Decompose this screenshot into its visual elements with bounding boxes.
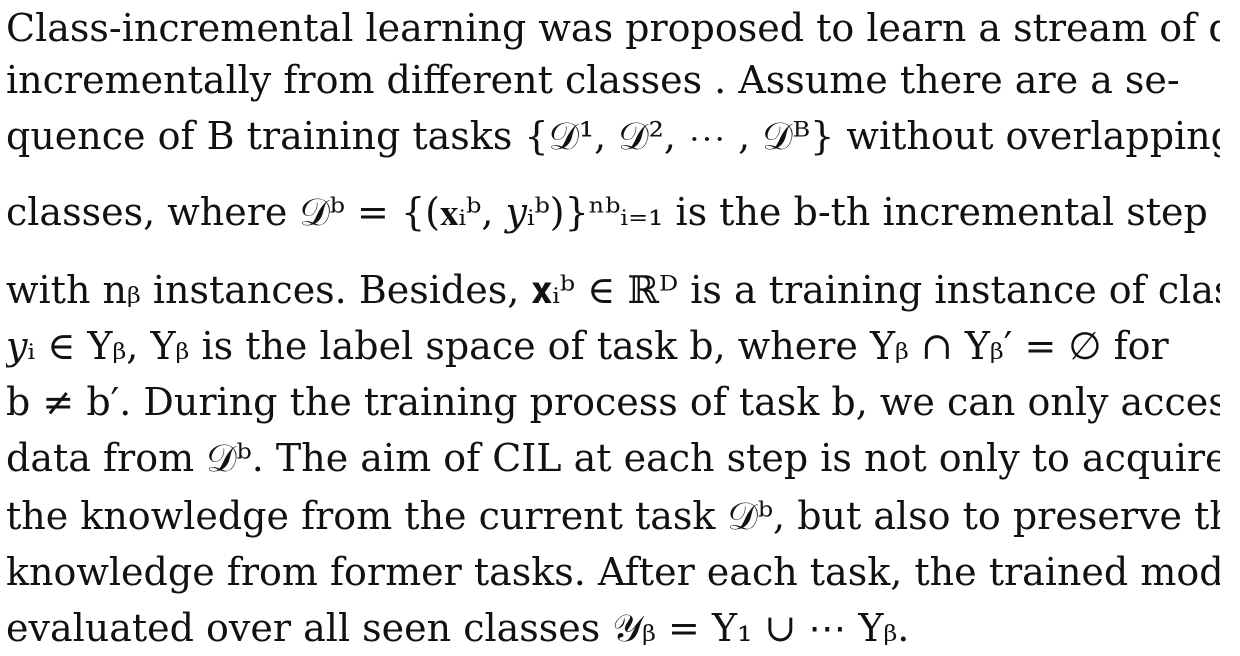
- paragraph-line-3: quence of B training tasks {𝒟¹, 𝒟², ⋯ , …: [6, 114, 1220, 158]
- paragraph-line-1: Class-incremental learning was proposed …: [6, 6, 1220, 50]
- paragraph-line-11: evaluated over all seen classes 𝒴ᵦ = Y₁ …: [6, 606, 910, 650]
- paper-page: Class-incremental learning was proposed …: [0, 0, 1240, 655]
- paragraph-line-5: with nᵦ instances. Besides, 𝐱ᵢᵇ ∈ ℝᴰ is …: [6, 268, 1220, 312]
- paragraph-line-6: 𝑦ᵢ ∈ Yᵦ, Yᵦ is the label space of task b…: [6, 324, 1169, 368]
- paragraph-line-10: knowledge from former tasks. After each …: [6, 550, 1220, 594]
- paragraph-line-2: incrementally from different classes . A…: [6, 58, 1180, 102]
- paragraph-line-7: b ≠ b′. During the training process of t…: [6, 380, 1220, 424]
- paragraph-line-8: data from 𝒟ᵇ. The aim of CIL at each ste…: [6, 436, 1220, 480]
- paragraph-line-4: classes, where 𝒟ᵇ = {(𝐱ᵢᵇ, 𝑦ᵢᵇ)}ⁿᵇᵢ₌₁ is…: [6, 190, 1208, 234]
- paragraph-line-9: the knowledge from the current task 𝒟ᵇ, …: [6, 494, 1220, 538]
